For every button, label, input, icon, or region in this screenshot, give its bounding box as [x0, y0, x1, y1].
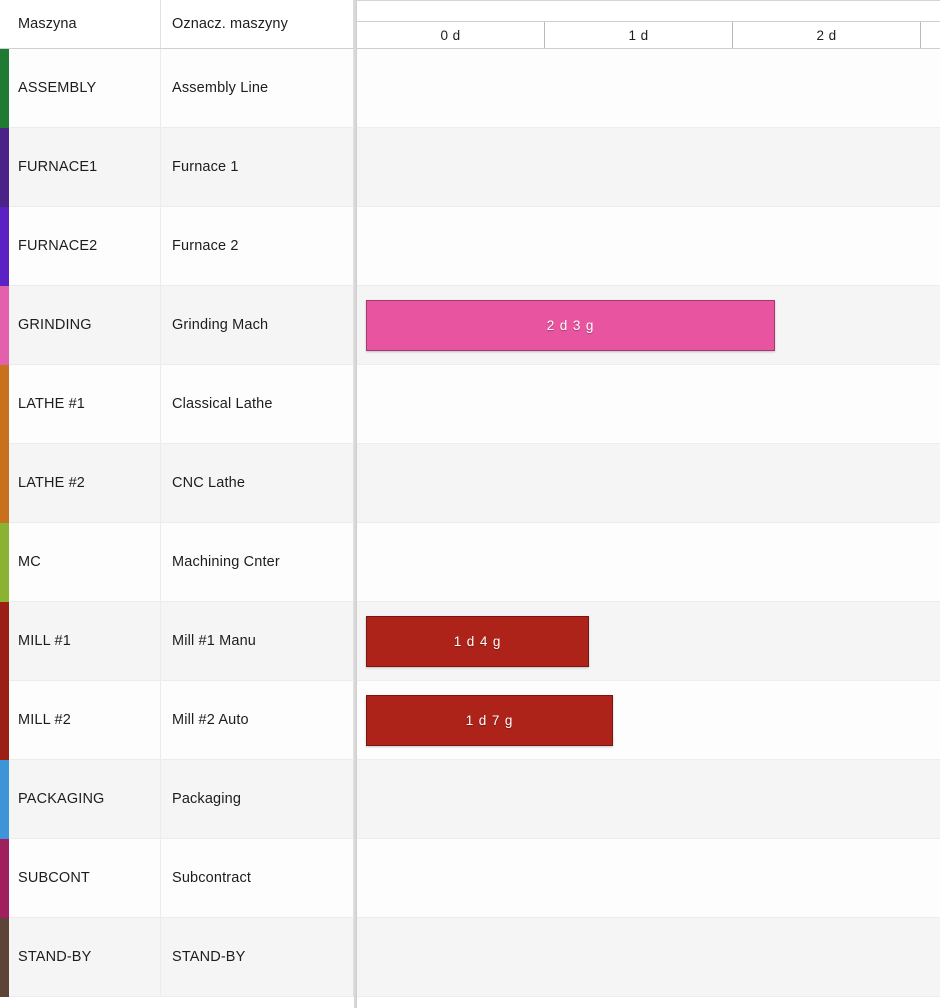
timeline-row[interactable] [357, 760, 940, 839]
timeline-row[interactable] [357, 444, 940, 523]
machine-code-cell: MILL #2 [0, 681, 161, 759]
machine-grid-panel: Maszyna Oznacz. maszyny ASSEMBLYAssembly… [0, 0, 356, 1008]
timeline-row[interactable]: 1 d 4 g [357, 602, 940, 681]
machine-name-cell: Mill #2 Auto [161, 681, 354, 759]
column-header-machine-designation[interactable]: Oznacz. maszyny [161, 0, 354, 48]
timeline-body: 2 d 3 g 1 d 4 g 1 d 7 g [357, 49, 940, 958]
table-row[interactable]: MILL #2Mill #2 Auto [0, 681, 354, 760]
timeline-row[interactable] [357, 839, 940, 918]
machine-color-strip [0, 523, 9, 602]
table-row[interactable]: MILL #1Mill #1 Manu [0, 602, 354, 681]
machine-name-cell: Packaging [161, 760, 354, 838]
gantt-bar[interactable]: 1 d 7 g [366, 695, 613, 746]
machine-code-cell: MC [0, 523, 161, 601]
table-row[interactable]: SUBCONTSubcontract [0, 839, 354, 918]
machine-name-cell: Furnace 1 [161, 128, 354, 206]
machine-code-cell: LATHE #2 [0, 444, 161, 522]
column-header-machine[interactable]: Maszyna [0, 0, 161, 48]
machine-code-cell: PACKAGING [0, 760, 161, 838]
timeline-row[interactable] [357, 49, 940, 128]
machine-code-cell: MILL #1 [0, 602, 161, 680]
table-row[interactable]: MCMachining Cnter [0, 523, 354, 602]
table-row[interactable]: LATHE #1Classical Lathe [0, 365, 354, 444]
machine-name-cell: Grinding Mach [161, 286, 354, 364]
machine-code-cell: STAND-BY [0, 918, 161, 996]
timeline-scale-header: 0 d1 d2 d [357, 22, 940, 49]
machine-name-cell: CNC Lathe [161, 444, 354, 522]
timeline-panel: 0 d1 d2 d 2 d 3 g 1 d 4 g 1 d 7 g [356, 0, 940, 1008]
machine-color-strip [0, 49, 9, 128]
machine-name-cell: Machining Cnter [161, 523, 354, 601]
gantt-bar[interactable]: 1 d 4 g [366, 616, 589, 667]
timeline-top-band [357, 0, 940, 22]
machine-color-strip [0, 681, 9, 760]
gantt-bar[interactable]: 2 d 3 g [366, 300, 775, 351]
machine-name-cell: Classical Lathe [161, 365, 354, 443]
machine-color-strip [0, 207, 9, 286]
machine-grid-rows: ASSEMBLYAssembly LineFURNACE1Furnace 1FU… [0, 49, 354, 997]
machine-name-cell: STAND-BY [161, 918, 354, 996]
gantt-chart-app: Maszyna Oznacz. maszyny ASSEMBLYAssembly… [0, 0, 940, 1008]
machine-code-cell: FURNACE2 [0, 207, 161, 285]
timeline-row[interactable] [357, 128, 940, 207]
machine-code-cell: ASSEMBLY [0, 49, 161, 127]
timeline-tick-0[interactable]: 0 d [357, 22, 545, 48]
table-row[interactable]: LATHE #2CNC Lathe [0, 444, 354, 523]
machine-code-cell: LATHE #1 [0, 365, 161, 443]
timeline-tick-2[interactable]: 2 d [733, 22, 921, 48]
machine-color-strip [0, 128, 9, 207]
timeline-row[interactable]: 1 d 7 g [357, 681, 940, 760]
timeline-row[interactable] [357, 207, 940, 286]
machine-grid-header-row: Maszyna Oznacz. maszyny [0, 0, 354, 49]
machine-color-strip [0, 839, 9, 918]
machine-color-strip [0, 602, 9, 681]
machine-name-cell: Mill #1 Manu [161, 602, 354, 680]
machine-name-cell: Assembly Line [161, 49, 354, 127]
machine-color-strip [0, 365, 9, 444]
table-row[interactable]: FURNACE1Furnace 1 [0, 128, 354, 207]
table-row[interactable]: STAND-BYSTAND-BY [0, 918, 354, 997]
machine-color-strip [0, 286, 9, 365]
machine-code-cell: GRINDING [0, 286, 161, 364]
timeline-row[interactable]: 2 d 3 g [357, 286, 940, 365]
timeline-row[interactable] [357, 918, 940, 997]
machine-name-cell: Furnace 2 [161, 207, 354, 285]
timeline-row[interactable] [357, 365, 940, 444]
machine-color-strip [0, 918, 9, 997]
machine-color-strip [0, 760, 9, 839]
table-row[interactable]: PACKAGINGPackaging [0, 760, 354, 839]
machine-color-strip [0, 444, 9, 523]
timeline-tick-1[interactable]: 1 d [545, 22, 733, 48]
timeline-row[interactable] [357, 523, 940, 602]
machine-code-cell: SUBCONT [0, 839, 161, 917]
table-row[interactable]: FURNACE2Furnace 2 [0, 207, 354, 286]
table-row[interactable]: GRINDINGGrinding Mach [0, 286, 354, 365]
machine-name-cell: Subcontract [161, 839, 354, 917]
machine-code-cell: FURNACE1 [0, 128, 161, 206]
table-row[interactable]: ASSEMBLYAssembly Line [0, 49, 354, 128]
